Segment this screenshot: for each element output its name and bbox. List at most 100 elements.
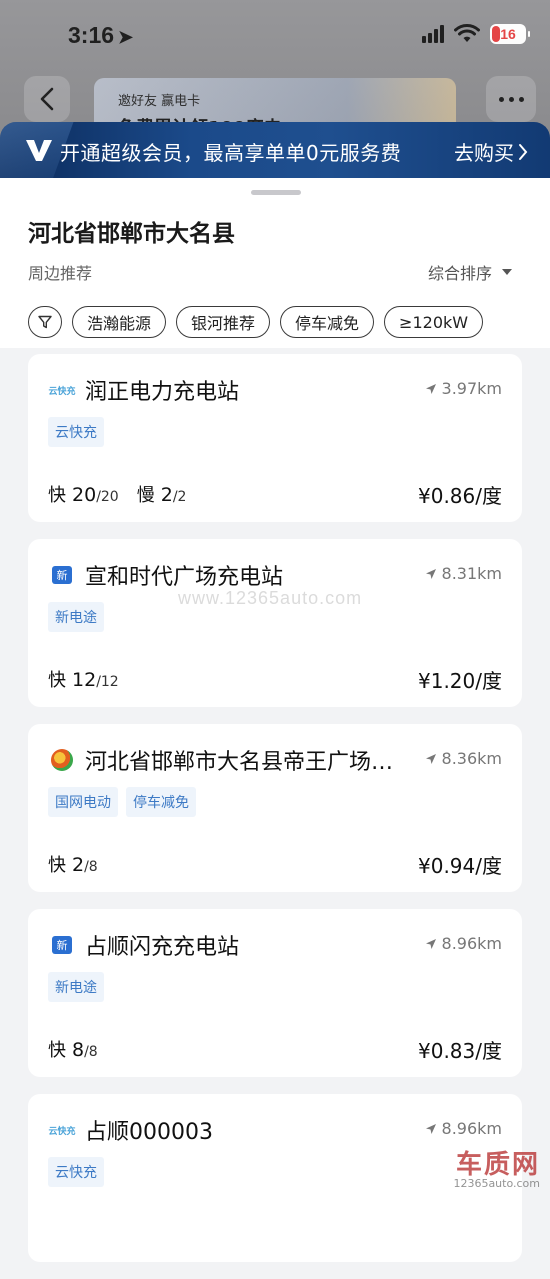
filter-chip[interactable]: 停车减免 xyxy=(280,306,375,338)
station-name: 占顺000003 xyxy=(85,1120,213,1145)
navigation-arrow-icon xyxy=(425,753,436,764)
filter-chips: 浩瀚能源 银河推荐 停车减免 ≥120kW xyxy=(28,306,484,338)
station-distance: 8.96km xyxy=(425,934,502,953)
region-title: 河北省邯郸市大名县 xyxy=(28,221,235,247)
operator-logo-text: 云快充 xyxy=(48,1126,76,1137)
station-tags: 云快充 xyxy=(48,417,104,447)
station-tags: 云快充 xyxy=(48,1157,104,1187)
location-arrow-icon: ➤ xyxy=(118,27,134,47)
dot-icon xyxy=(508,96,514,102)
station-price: ¥0.86/度 xyxy=(418,484,502,508)
navigation-arrow-icon xyxy=(425,568,436,579)
wifi-icon xyxy=(454,24,480,42)
sheet-header: 河北省邯郸市大名县 周边推荐 综合排序 浩瀚能源 银河推荐 停车减免 ≥120k… xyxy=(0,178,550,348)
station-tags: 新电途 xyxy=(48,602,104,632)
operator-logo xyxy=(48,749,76,771)
station-tag: 国网电动 xyxy=(48,787,118,817)
station-card[interactable]: 新 占顺闪充充电站 8.96km 新电途 快 8/8 ¥0.83/度 xyxy=(28,909,522,1077)
buy-label: 去购买 xyxy=(454,141,514,165)
station-price: ¥1.20/度 xyxy=(418,669,502,693)
charger-availability: 快 2/8 xyxy=(48,851,98,877)
v-logo-icon xyxy=(26,140,52,161)
status-icons: 16 xyxy=(422,24,530,44)
station-tag: 新电途 xyxy=(48,602,104,632)
chevron-left-icon xyxy=(40,87,54,111)
station-tags: 新电途 xyxy=(48,972,104,1002)
station-name: 河北省邯郸市大名县帝王广场… xyxy=(85,750,394,775)
fast-available: 12 xyxy=(72,669,97,691)
station-card[interactable]: 云快充 占顺000003 8.96km 云快充 xyxy=(28,1094,522,1262)
operator-logo: 云快充 xyxy=(48,1120,76,1140)
slow-total: /2 xyxy=(172,489,187,505)
operator-logo-text: 云快充 xyxy=(48,386,76,397)
station-tags: 国网电动 停车减免 xyxy=(48,787,196,817)
fast-available: 8 xyxy=(72,1039,85,1061)
filter-button[interactable] xyxy=(28,306,62,338)
vip-banner[interactable]: 开通超级会员，最高享单单0元服务费 去购买 xyxy=(0,122,550,178)
navigation-arrow-icon xyxy=(425,938,436,949)
fast-available: 2 xyxy=(72,854,85,876)
charger-availability: 快 8/8 xyxy=(48,1036,98,1062)
chevron-right-icon xyxy=(519,143,528,160)
station-tag: 云快充 xyxy=(48,1157,104,1187)
distance-value: 8.96km xyxy=(441,934,502,953)
back-button[interactable] xyxy=(24,76,70,122)
charger-availability: 快 20/20 慢 2/2 xyxy=(48,481,186,507)
station-tag: 新电途 xyxy=(48,972,104,1002)
station-card[interactable]: 新 宣和时代广场充电站 8.31km 新电途 快 12/12 ¥1.20/度 xyxy=(28,539,522,707)
station-distance: 3.97km xyxy=(425,379,502,398)
station-distance: 8.31km xyxy=(425,564,502,583)
station-distance: 8.96km xyxy=(425,1119,502,1138)
fast-total: /12 xyxy=(96,674,119,690)
fast-label: 快 xyxy=(48,485,66,506)
station-card[interactable]: 河北省邯郸市大名县帝王广场… 8.36km 国网电动 停车减免 快 2/8 ¥0.… xyxy=(28,724,522,892)
watermark-logo: 车质网 12365auto.com xyxy=(453,1144,540,1190)
station-price: ¥0.94/度 xyxy=(418,854,502,878)
station-name: 占顺闪充充电站 xyxy=(85,935,240,960)
watermark-logo-text: 车质网 xyxy=(455,1150,540,1180)
distance-value: 8.31km xyxy=(441,564,502,583)
sheet-grabber[interactable] xyxy=(251,190,301,195)
fast-label: 快 xyxy=(48,855,66,876)
battery-icon: 16 xyxy=(490,24,530,44)
distance-value: 8.96km xyxy=(441,1119,502,1138)
watermark-text: www.12365auto.com xyxy=(178,588,363,608)
fast-available: 20 xyxy=(72,484,97,506)
navigation-arrow-icon xyxy=(425,1123,436,1134)
watermark-logo-url: 12365auto.com xyxy=(453,1177,540,1190)
slow-available: 2 xyxy=(160,484,173,506)
cellular-signal-icon xyxy=(422,25,444,43)
nearby-label: 周边推荐 xyxy=(28,264,93,283)
fast-total: /20 xyxy=(96,489,119,505)
promo-subtitle: 邀好友 赢电卡 xyxy=(118,94,201,109)
operator-logo-text: 新 xyxy=(52,566,72,584)
station-name: 宣和时代广场充电站 xyxy=(85,565,284,590)
navigation-arrow-icon xyxy=(425,383,436,394)
station-card[interactable]: 云快充 润正电力充电站 3.97km 云快充 快 20/20 慢 2/2 ¥0.86… xyxy=(28,354,522,522)
station-list: 云快充 润正电力充电站 3.97km 云快充 快 20/20 慢 2/2 ¥0.86… xyxy=(28,354,522,1279)
state-grid-logo-icon xyxy=(51,749,73,771)
battery-level: 16 xyxy=(500,26,516,42)
station-price: ¥0.83/度 xyxy=(418,1039,502,1063)
filter-chip[interactable]: 浩瀚能源 xyxy=(72,306,167,338)
distance-value: 3.97km xyxy=(441,379,502,398)
operator-logo: 新 xyxy=(48,565,76,585)
sort-dropdown[interactable]: 综合排序 xyxy=(428,260,512,284)
station-list-sheet: 河北省邯郸市大名县 周边推荐 综合排序 浩瀚能源 银河推荐 停车减免 ≥120k… xyxy=(0,178,550,1262)
caret-down-icon xyxy=(502,269,512,275)
distance-value: 8.36km xyxy=(441,749,502,768)
operator-logo: 新 xyxy=(48,935,76,955)
fast-label: 快 xyxy=(48,1040,66,1061)
station-tag: 云快充 xyxy=(48,417,104,447)
filter-chip[interactable]: 银河推荐 xyxy=(176,306,271,338)
filter-funnel-icon xyxy=(38,315,52,329)
station-name: 润正电力充电站 xyxy=(85,380,240,405)
clock: 3:16 xyxy=(68,22,115,48)
buy-button[interactable]: 去购买 xyxy=(454,137,528,166)
operator-logo-text: 新 xyxy=(52,936,72,954)
filter-chip[interactable]: ≥120kW xyxy=(384,306,484,338)
more-options-button[interactable] xyxy=(486,76,536,122)
station-distance: 8.36km xyxy=(425,749,502,768)
fast-total: /8 xyxy=(84,859,98,875)
fast-total: /8 xyxy=(84,1044,98,1060)
